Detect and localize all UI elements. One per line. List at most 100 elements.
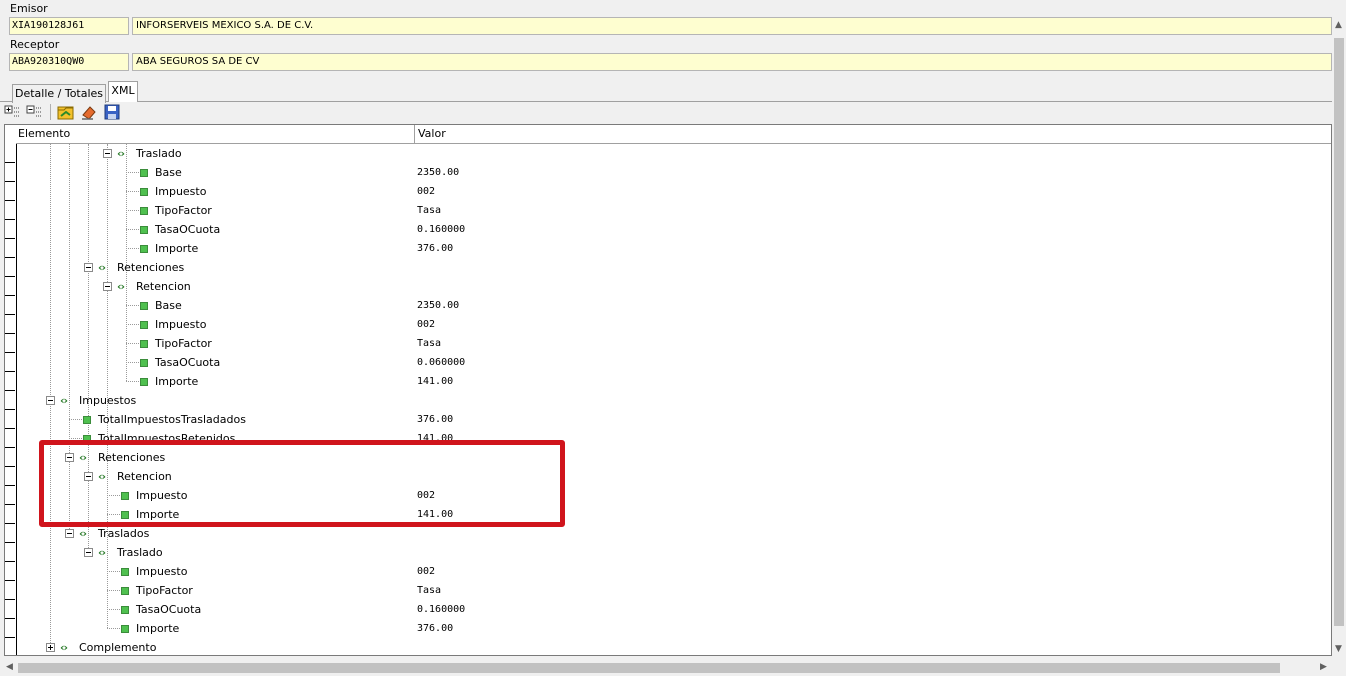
tree-node-label: Impuestos	[79, 394, 137, 407]
tree-leaf-label: Impuesto	[155, 185, 207, 198]
xml-attribute-icon	[140, 245, 148, 253]
xml-attribute-icon	[140, 302, 148, 310]
save-icon[interactable]	[102, 102, 122, 122]
tab-xml[interactable]: XML	[108, 81, 138, 102]
collapse-icon[interactable]	[65, 529, 74, 538]
xml-attribute-icon	[121, 606, 129, 614]
tree-leaf-label: Impuesto	[155, 318, 207, 331]
collapse-icon[interactable]	[46, 396, 55, 405]
collapse-icon[interactable]	[84, 263, 93, 272]
tree-leaf[interactable]: Importe 376.00	[5, 239, 1331, 258]
collapse-icon[interactable]	[103, 149, 112, 158]
scroll-down-icon[interactable]: ▼	[1335, 644, 1342, 654]
receptor-label: Receptor	[10, 38, 60, 51]
tree-leaf[interactable]: Importe 141.00	[5, 372, 1331, 391]
xml-attribute-icon	[140, 359, 148, 367]
tree-node[interactable]: ‹› Retenciones	[5, 258, 1331, 277]
tree-node[interactable]: ‹› Impuestos	[5, 391, 1331, 410]
xml-attribute-icon	[140, 321, 148, 329]
tree-header: Elemento Valor	[16, 125, 1331, 144]
tab-strip-line	[0, 101, 1332, 102]
tree-value: 376.00	[417, 414, 454, 425]
tree-node-label: Retenciones	[117, 261, 185, 274]
scroll-left-icon[interactable]: ◀	[6, 662, 13, 672]
tree-leaf[interactable]: Importe 376.00	[5, 619, 1331, 638]
tree-leaf[interactable]: Base 2350.00	[5, 296, 1331, 315]
tree-leaf-label: TipoFactor	[155, 204, 212, 217]
xml-attribute-icon	[121, 568, 129, 576]
xml-attribute-icon	[140, 169, 148, 177]
xml-element-icon: ‹›	[98, 261, 106, 274]
tree-leaf-label: Importe	[155, 242, 199, 255]
tree-leaf[interactable]: Impuesto 002	[5, 315, 1331, 334]
tab-detalle-totales[interactable]: Detalle / Totales	[12, 84, 106, 103]
xml-element-icon: ‹›	[60, 641, 68, 654]
xml-attribute-icon	[121, 587, 129, 595]
tree-node[interactable]: ‹› Traslado	[5, 144, 1331, 163]
emisor-name-field[interactable]: INFORSERVEIS MEXICO S.A. DE C.V.	[132, 17, 1332, 35]
tree-leaf[interactable]: TotalImpuestosTrasladados 376.00	[5, 410, 1331, 429]
tree-leaf[interactable]: TasaOCuota 0.160000	[5, 220, 1331, 239]
xml-attribute-icon	[121, 625, 129, 633]
tree-leaf[interactable]: TipoFactor Tasa	[5, 334, 1331, 353]
tree-leaf-label: Base	[155, 299, 182, 312]
xml-attribute-icon	[140, 378, 148, 386]
scroll-right-icon[interactable]: ▶	[1320, 662, 1327, 672]
xml-element-icon: ‹›	[117, 280, 125, 293]
tree-value: Tasa	[417, 338, 442, 349]
tree-value: 0.160000	[417, 224, 466, 235]
receptor-name-field[interactable]: ABA SEGUROS SA DE CV	[132, 53, 1332, 71]
xml-element-icon: ‹›	[98, 546, 106, 559]
xml-tree-view[interactable]: Elemento Valor ‹› Traslado Base 2350.00 Impu…	[4, 124, 1332, 656]
emisor-rfc-field[interactable]: XIA190128J61	[9, 17, 129, 35]
tree-leaf-label: TasaOCuota	[155, 223, 221, 236]
tree-value: 0.060000	[417, 357, 466, 368]
receptor-rfc-field[interactable]: ABA920310QW0	[9, 53, 129, 71]
tree-value: 141.00	[417, 376, 454, 387]
tree-leaf[interactable]: Impuesto 002	[5, 562, 1331, 581]
tree-leaf[interactable]: TipoFactor Tasa	[5, 201, 1331, 220]
tree-value: Tasa	[417, 585, 442, 596]
tree-leaf[interactable]: Impuesto 002	[5, 182, 1331, 201]
xml-attribute-icon	[140, 226, 148, 234]
vertical-scroll-thumb[interactable]	[1334, 38, 1344, 626]
tree-leaf[interactable]: TasaOCuota 0.060000	[5, 353, 1331, 372]
xml-attribute-icon	[140, 188, 148, 196]
tree-value: 002	[417, 319, 436, 330]
collapse-icon[interactable]	[84, 548, 93, 557]
horizontal-scrollbar[interactable]: ◀ ▶	[4, 660, 1332, 676]
expand-all-icon[interactable]	[3, 102, 23, 122]
collapse-icon[interactable]	[103, 282, 112, 291]
horizontal-scroll-thumb[interactable]	[18, 663, 1280, 673]
tree-leaf-label: TipoFactor	[136, 584, 193, 597]
emisor-label: Emisor	[10, 2, 48, 15]
tree-leaf[interactable]: TipoFactor Tasa	[5, 581, 1331, 600]
xml-element-icon: ‹›	[79, 527, 87, 540]
tree-node[interactable]: ‹› Traslado	[5, 543, 1331, 562]
xml-attribute-icon	[83, 416, 91, 424]
tree-leaf-label: Base	[155, 166, 182, 179]
tree-node[interactable]: ‹› Retencion	[5, 277, 1331, 296]
tree-leaf[interactable]: TasaOCuota 0.160000	[5, 600, 1331, 619]
xml-element-icon: ‹›	[60, 394, 68, 407]
column-header-valor[interactable]: Valor	[416, 125, 446, 143]
column-header-elemento[interactable]: Elemento	[16, 125, 70, 143]
tree-leaf-label: TasaOCuota	[155, 356, 221, 369]
xml-attribute-icon	[140, 340, 148, 348]
tree-value: 376.00	[417, 243, 454, 254]
vertical-scrollbar[interactable]: ▲ ▼	[1332, 18, 1346, 656]
erase-icon[interactable]	[79, 102, 99, 122]
xml-element-icon: ‹›	[117, 147, 125, 160]
column-separator	[414, 125, 415, 143]
collapse-all-icon[interactable]	[25, 102, 45, 122]
tree-node-label: Traslado	[136, 147, 182, 160]
scroll-up-icon[interactable]: ▲	[1335, 20, 1342, 30]
tree-value: 002	[417, 186, 436, 197]
expand-icon[interactable]	[46, 643, 55, 652]
tree-leaf[interactable]: Base 2350.00	[5, 163, 1331, 182]
tree-leaf-label: Impuesto	[136, 565, 188, 578]
tree-leaf-label: TotalImpuestosTrasladados	[98, 413, 246, 426]
tree-node[interactable]: ‹› Complemento	[5, 638, 1331, 655]
open-folder-icon[interactable]	[56, 102, 76, 122]
xml-attribute-icon	[140, 207, 148, 215]
